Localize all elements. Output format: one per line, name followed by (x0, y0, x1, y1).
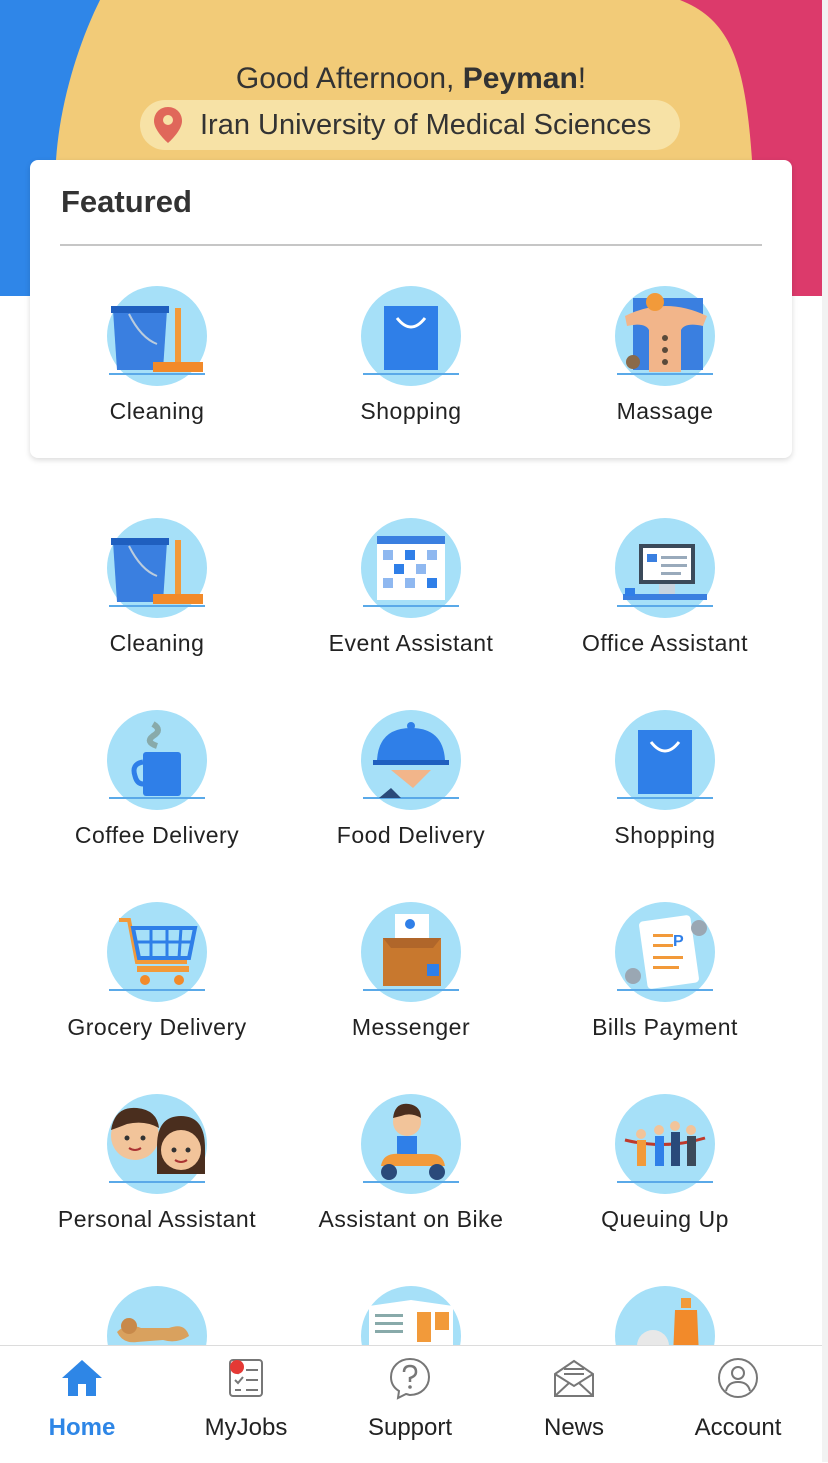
coffee-mug-icon (107, 710, 207, 810)
location-label: Iran University of Medical Sciences (200, 108, 652, 141)
service-label: Bills Payment (592, 1014, 738, 1040)
user-icon (716, 1356, 760, 1400)
location-selector[interactable]: Iran University of Medical Sciences (140, 100, 680, 150)
cloche-icon (361, 710, 461, 810)
greeting-suffix: ! (577, 62, 587, 95)
scrollbar[interactable] (822, 0, 828, 1462)
service-assistant-on-bike[interactable]: Assistant on Bike (284, 1094, 538, 1254)
nav-label: Account (694, 1414, 782, 1441)
scooter-icon (361, 1094, 461, 1194)
service-label: Food Delivery (336, 822, 486, 848)
bill-icon: P (615, 902, 715, 1002)
service-queuing-up[interactable]: Queuing Up (538, 1094, 792, 1254)
calendar-icon (361, 518, 461, 618)
service-label: Office Assistant (581, 630, 749, 656)
people-icon (107, 1094, 207, 1194)
queue-icon (615, 1094, 715, 1194)
service-label: Grocery Delivery (67, 1014, 247, 1040)
service-coffee-delivery[interactable]: Coffee Delivery (30, 710, 284, 870)
home-icon (60, 1356, 104, 1400)
featured-title: Featured (61, 184, 192, 219)
nav-label: MyJobs (204, 1414, 288, 1441)
nav-support[interactable]: Support (328, 1346, 492, 1463)
massage-icon (615, 286, 715, 386)
nav-label: Support (367, 1414, 453, 1441)
service-event-assistant[interactable]: Event Assistant (284, 518, 538, 678)
featured-divider (60, 244, 762, 246)
cleaning-icon (107, 518, 207, 618)
featured-item-label: Shopping (360, 398, 462, 424)
featured-item-shopping[interactable]: Shopping (284, 286, 538, 446)
user-name: Peyman (462, 62, 578, 95)
service-label: Coffee Delivery (74, 822, 240, 848)
mail-icon (552, 1356, 596, 1400)
package-icon (361, 902, 461, 1002)
service-label: Messenger (351, 1014, 471, 1040)
nav-label: Home (48, 1414, 116, 1441)
help-icon (388, 1356, 432, 1400)
nav-account[interactable]: Account (656, 1346, 820, 1463)
shopping-cart-icon (107, 902, 207, 1002)
greeting-prefix: Good Afternoon, (235, 62, 463, 95)
service-cleaning[interactable]: Cleaning (30, 518, 284, 678)
cleaning-icon (107, 286, 207, 386)
featured-card: Featured Cleaning Shopping Massage (30, 160, 792, 458)
service-label: Assistant on Bike (318, 1206, 504, 1232)
service-personal-assistant[interactable]: Personal Assistant (30, 1094, 284, 1254)
location-pin-icon (148, 105, 188, 145)
featured-item-cleaning[interactable]: Cleaning (30, 286, 284, 446)
service-label: Queuing Up (601, 1206, 729, 1232)
service-label: Shopping (614, 822, 716, 848)
service-food-delivery[interactable]: Food Delivery (284, 710, 538, 870)
service-shopping[interactable]: Shopping (538, 710, 792, 870)
featured-item-massage[interactable]: Massage (538, 286, 792, 446)
service-bills-payment[interactable]: P Bills Payment (538, 902, 792, 1062)
service-label: Cleaning (109, 630, 205, 656)
greeting-text: Good Afternoon, Peyman! (0, 62, 822, 96)
shopping-bag-icon (361, 286, 461, 386)
bottom-navigation: Home MyJobs Support News Account (0, 1345, 822, 1463)
svg-text:P: P (673, 933, 684, 950)
featured-item-label: Massage (616, 398, 714, 424)
service-label: Personal Assistant (57, 1206, 257, 1232)
nav-home[interactable]: Home (0, 1346, 164, 1463)
service-label: Event Assistant (328, 630, 494, 656)
nav-news[interactable]: News (492, 1346, 656, 1463)
notification-badge (230, 1360, 244, 1374)
nav-label: News (543, 1414, 604, 1441)
service-messenger[interactable]: Messenger (284, 902, 538, 1062)
shopping-bag-icon (615, 710, 715, 810)
service-office-assistant[interactable]: Office Assistant (538, 518, 792, 678)
nav-myjobs[interactable]: MyJobs (164, 1346, 328, 1463)
featured-item-label: Cleaning (109, 398, 205, 424)
computer-icon (615, 518, 715, 618)
service-grocery-delivery[interactable]: Grocery Delivery (30, 902, 284, 1062)
